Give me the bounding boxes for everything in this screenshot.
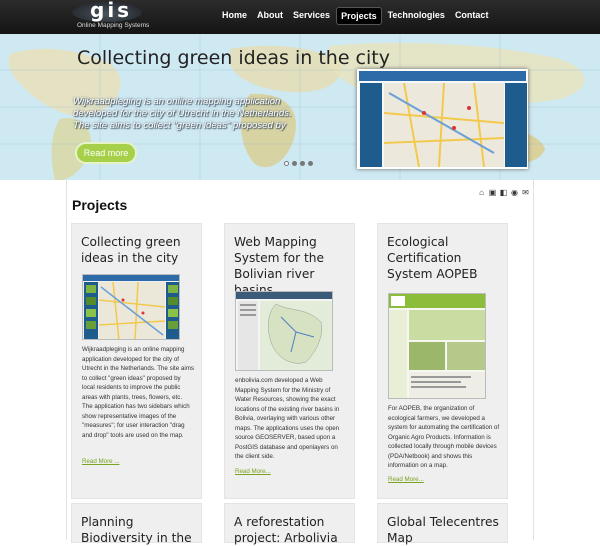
slider-dots <box>284 161 316 166</box>
nav-contact[interactable]: Contact <box>451 7 493 25</box>
project-card: Web Mapping System for the Bolivian rive… <box>224 223 355 499</box>
logo-text: gis <box>90 0 133 22</box>
project-title[interactable]: A reforestation project: Arbolivia <box>234 514 352 546</box>
home-icon[interactable]: ⌂ <box>477 188 486 197</box>
slider-dot-2[interactable] <box>292 161 297 166</box>
project-title[interactable]: Global Telecentres Map <box>387 514 505 546</box>
project-description: For AOPEB, the organization of ecologica… <box>388 405 500 469</box>
project-screenshot-drawing <box>83 275 179 339</box>
project-title[interactable]: Planning Biodiversity in the <box>81 514 199 546</box>
project-title[interactable]: Web Mapping System for the Bolivian rive… <box>234 234 352 298</box>
screenshot-map-drawing <box>383 82 505 168</box>
top-navigation-bar: gis Online Mapping Systems Home About Se… <box>0 0 600 34</box>
project-card: Ecological Certification System AOPEB Fo… <box>377 223 508 499</box>
project-title[interactable]: Ecological Certification System AOPEB <box>387 234 505 282</box>
read-more-link[interactable]: Read More... <box>235 468 271 475</box>
nav-technologies[interactable]: Technologies <box>384 7 449 25</box>
project-card: A reforestation project: Arbolivia <box>224 503 355 546</box>
email-icon[interactable]: ✉ <box>521 188 530 197</box>
page-title: Projects <box>72 197 128 213</box>
project-description: Wijkraadpleging is an online mapping app… <box>82 346 195 439</box>
slider-dot-3[interactable] <box>300 161 305 166</box>
project-image[interactable] <box>82 274 180 340</box>
slider-dot-1[interactable] <box>284 161 289 166</box>
project-card: Global Telecentres Map <box>377 503 508 546</box>
main-nav: Home About Services Projects Technologie… <box>218 7 494 25</box>
project-image[interactable] <box>235 291 333 371</box>
project-card: Planning Biodiversity in the <box>71 503 202 546</box>
screenshot-right-sidebar <box>505 83 527 167</box>
page-tools: ⌂ ▣ ◧ ◉ ✉ <box>477 188 532 197</box>
nav-projects[interactable]: Projects <box>336 7 382 25</box>
project-title[interactable]: Collecting green ideas in the city <box>81 234 199 266</box>
nav-services[interactable]: Services <box>289 7 334 25</box>
screenshot-left-sidebar <box>360 83 382 167</box>
hero-description: Wijkraadpleging is an online mapping app… <box>73 96 292 131</box>
screenshot-map <box>383 82 505 168</box>
hero-title: Collecting green ideas in the city <box>77 47 390 69</box>
read-more-link[interactable]: Read More... <box>388 476 424 483</box>
print-icon[interactable]: ▣ <box>488 188 497 197</box>
nav-about[interactable]: About <box>253 7 287 25</box>
rss-icon[interactable]: ◉ <box>510 188 519 197</box>
hero-slider: Collecting green ideas in the city Wijkr… <box>0 34 600 180</box>
logo[interactable]: gis Online Mapping Systems <box>72 0 149 32</box>
project-screenshot-drawing <box>236 292 332 370</box>
pdf-icon[interactable]: ◧ <box>499 188 508 197</box>
nav-home[interactable]: Home <box>218 7 251 25</box>
project-card: Collecting green ideas in the city Wijkr… <box>71 223 202 499</box>
read-more-link[interactable]: Read More ... <box>82 458 120 465</box>
logo-tagline: Online Mapping Systems <box>77 22 150 29</box>
hero-screenshot[interactable] <box>357 69 528 169</box>
project-description: enbolivia.com developed a Web Mapping Sy… <box>235 377 340 460</box>
slider-dot-4[interactable] <box>308 161 313 166</box>
screenshot-header <box>359 71 526 81</box>
project-image[interactable] <box>388 293 486 399</box>
hero-read-more-button[interactable]: Read more <box>75 142 137 164</box>
project-screenshot-drawing <box>389 294 485 398</box>
